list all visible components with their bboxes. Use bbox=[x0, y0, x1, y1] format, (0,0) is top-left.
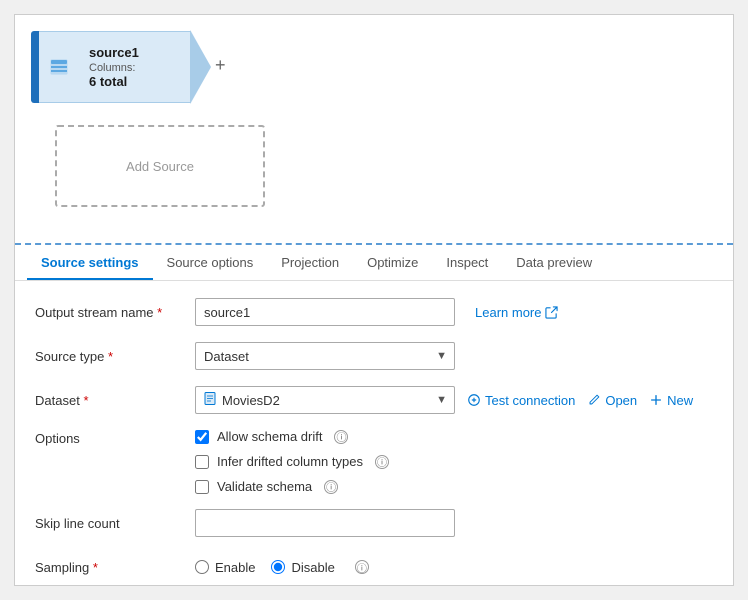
source-type-label: Source type * bbox=[35, 349, 195, 364]
source-node[interactable]: source1 Columns: 6 total bbox=[31, 31, 211, 103]
validate-schema-info-icon[interactable]: ⓘ bbox=[324, 480, 338, 494]
learn-more-link[interactable]: Learn more bbox=[475, 305, 558, 320]
sampling-row: Sampling * Enable Disable ⓘ bbox=[35, 552, 713, 582]
tab-source-settings[interactable]: Source settings bbox=[27, 247, 153, 280]
skip-line-count-input[interactable] bbox=[195, 509, 455, 537]
main-window: source1 Columns: 6 total + Add Source So… bbox=[14, 14, 734, 586]
infer-drifted-label: Infer drifted column types bbox=[217, 454, 363, 469]
validate-schema-checkbox[interactable] bbox=[195, 480, 209, 494]
infer-drifted-row: Infer drifted column types ⓘ bbox=[195, 454, 389, 469]
tab-projection[interactable]: Projection bbox=[267, 247, 353, 280]
options-checkboxes: Allow schema drift ⓘ Infer drifted colum… bbox=[195, 429, 389, 494]
source-type-select-wrapper: Dataset Inline ▼ bbox=[195, 342, 455, 370]
dataset-control: MoviesD2 ▼ Test connection Open bbox=[195, 386, 713, 414]
source-type-control: Dataset Inline ▼ bbox=[195, 342, 713, 370]
sampling-enable-row: Enable bbox=[195, 560, 255, 575]
new-dataset-link[interactable]: New bbox=[649, 393, 693, 408]
open-dataset-link[interactable]: Open bbox=[587, 393, 637, 408]
sampling-info-icon[interactable]: ⓘ bbox=[355, 560, 369, 574]
tab-data-preview[interactable]: Data preview bbox=[502, 247, 606, 280]
node-left-bar bbox=[31, 31, 39, 103]
external-link-icon bbox=[545, 306, 558, 319]
tab-source-options[interactable]: Source options bbox=[153, 247, 268, 280]
dataset-select-wrapper: MoviesD2 ▼ bbox=[195, 386, 455, 414]
node-columns-label: Columns: bbox=[89, 62, 181, 74]
allow-schema-drift-label: Allow schema drift bbox=[217, 429, 322, 444]
dataset-select[interactable]: MoviesD2 bbox=[195, 386, 455, 414]
options-row: Options Allow schema drift ⓘ Infer drift… bbox=[35, 429, 713, 494]
canvas-area: source1 Columns: 6 total + Add Source bbox=[15, 15, 733, 245]
tab-inspect[interactable]: Inspect bbox=[432, 247, 502, 280]
skip-line-count-control bbox=[195, 509, 713, 537]
tab-optimize[interactable]: Optimize bbox=[353, 247, 432, 280]
sampling-enable-radio[interactable] bbox=[195, 560, 209, 574]
allow-schema-drift-checkbox[interactable] bbox=[195, 430, 209, 444]
add-source-label: Add Source bbox=[126, 159, 194, 174]
node-title: source1 bbox=[89, 45, 181, 60]
output-stream-input[interactable] bbox=[195, 298, 455, 326]
node-arrow bbox=[191, 31, 211, 103]
node-icon-area bbox=[39, 31, 79, 103]
output-stream-label: Output stream name * bbox=[35, 305, 195, 320]
edit-icon bbox=[587, 393, 601, 407]
sampling-control: Enable Disable ⓘ bbox=[195, 560, 713, 575]
allow-schema-drift-info-icon[interactable]: ⓘ bbox=[334, 430, 348, 444]
test-connection-link[interactable]: Test connection bbox=[467, 393, 575, 408]
sampling-label: Sampling * bbox=[35, 560, 195, 575]
required-star: * bbox=[157, 305, 162, 320]
plug-icon bbox=[467, 393, 481, 407]
validate-schema-label: Validate schema bbox=[217, 479, 312, 494]
sampling-disable-label: Disable bbox=[291, 560, 334, 575]
node-columns-value: 6 total bbox=[89, 74, 181, 89]
tabs-bar: Source settings Source options Projectio… bbox=[15, 245, 733, 281]
sampling-enable-label: Enable bbox=[215, 560, 255, 575]
add-connection-icon[interactable]: + bbox=[215, 55, 226, 76]
source-type-select[interactable]: Dataset Inline bbox=[195, 342, 455, 370]
settings-area: Output stream name * Learn more Source t… bbox=[15, 281, 733, 585]
infer-drifted-info-icon[interactable]: ⓘ bbox=[375, 455, 389, 469]
sampling-disable-radio[interactable] bbox=[271, 560, 285, 574]
output-stream-control: Learn more bbox=[195, 298, 713, 326]
sampling-radio-group: Enable Disable ⓘ bbox=[195, 560, 369, 575]
allow-schema-drift-row: Allow schema drift ⓘ bbox=[195, 429, 389, 444]
skip-line-count-label: Skip line count bbox=[35, 516, 195, 531]
sampling-disable-row: Disable bbox=[271, 560, 334, 575]
plus-icon bbox=[649, 393, 663, 407]
validate-schema-row: Validate schema ⓘ bbox=[195, 479, 389, 494]
options-label: Options bbox=[35, 429, 195, 446]
add-source-placeholder[interactable]: Add Source bbox=[55, 125, 265, 207]
skip-line-count-row: Skip line count bbox=[35, 508, 713, 538]
infer-drifted-checkbox[interactable] bbox=[195, 455, 209, 469]
source-type-row: Source type * Dataset Inline ▼ bbox=[35, 341, 713, 371]
dataset-file-icon bbox=[203, 392, 217, 409]
dataset-row: Dataset * MoviesD2 bbox=[35, 385, 713, 415]
output-stream-row: Output stream name * Learn more bbox=[35, 297, 713, 327]
node-body: source1 Columns: 6 total bbox=[79, 31, 191, 103]
dataset-icon bbox=[48, 56, 70, 78]
dataset-label: Dataset * bbox=[35, 393, 195, 408]
